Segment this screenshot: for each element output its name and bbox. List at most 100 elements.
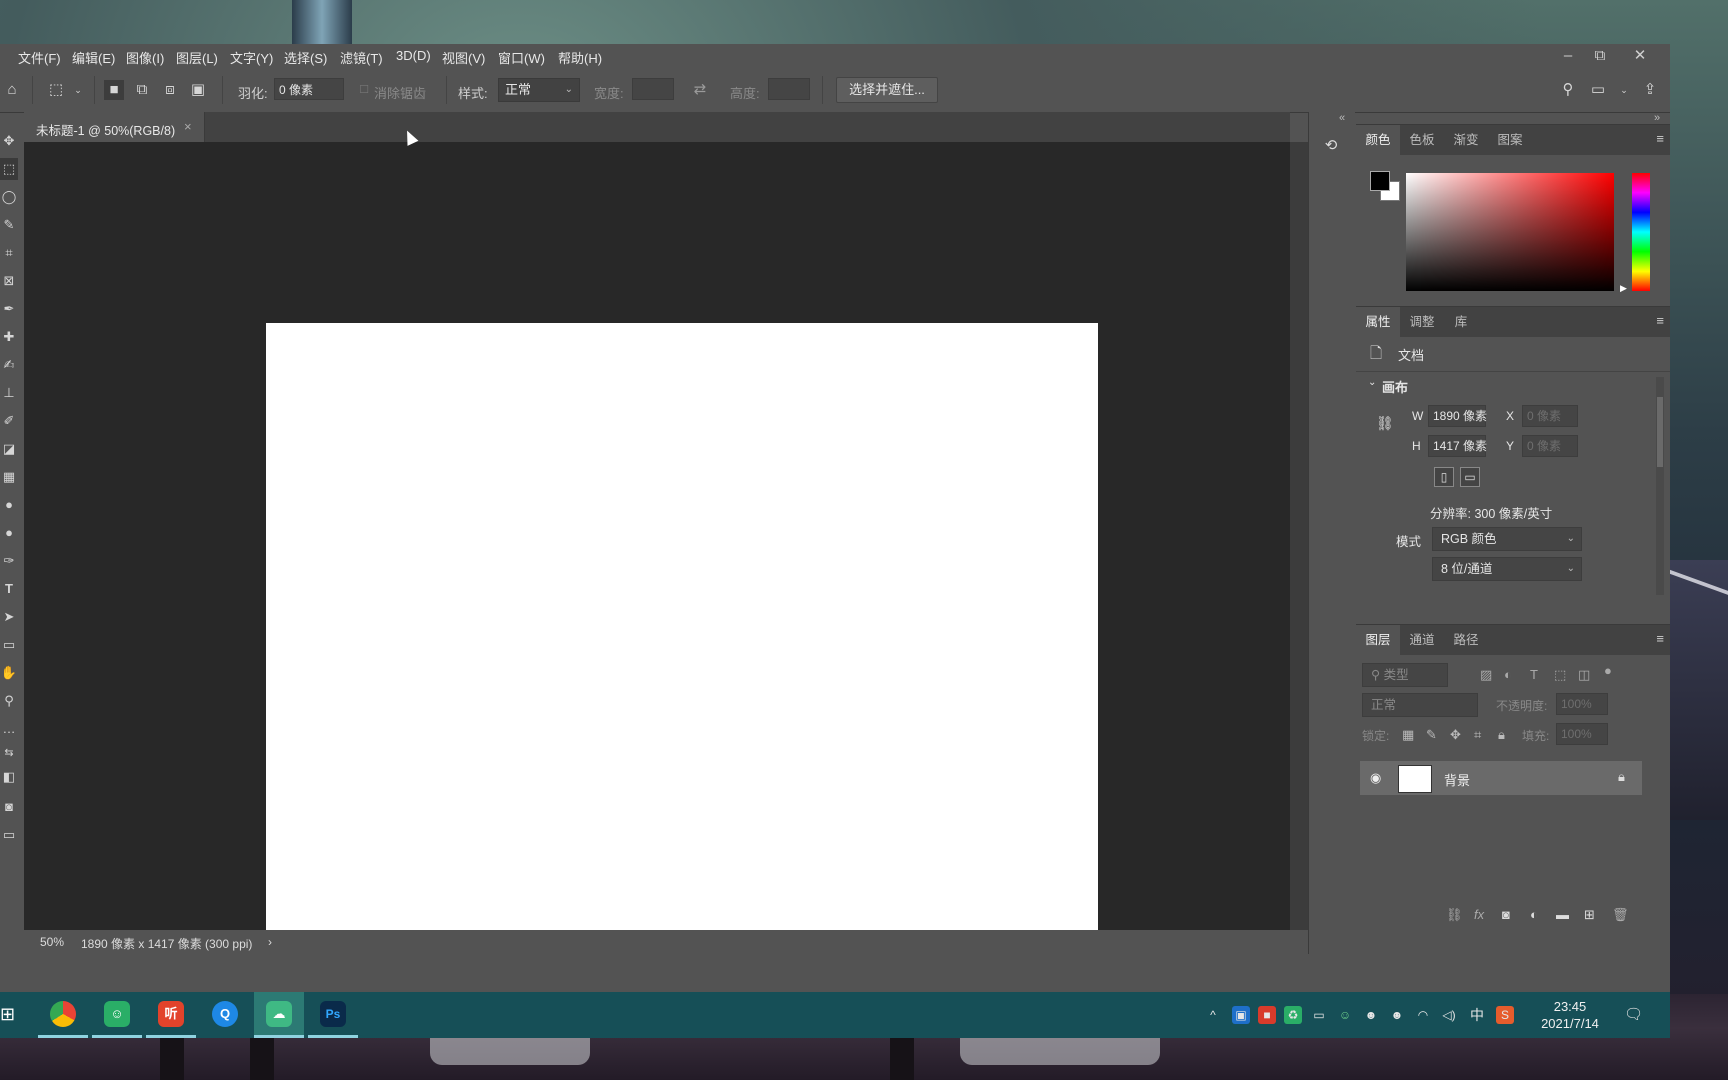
menu-filter[interactable]: 滤镜(T) [340, 48, 383, 67]
taskbar-app-cloud-sync[interactable]: ☁ [254, 992, 304, 1038]
qq-tray-icon[interactable]: ☻ [1362, 1006, 1380, 1024]
canvas-area[interactable] [24, 142, 1290, 947]
tab-color[interactable]: 颜色 [1356, 125, 1400, 155]
menu-layer[interactable]: 图层(L) [176, 48, 218, 67]
hue-slider[interactable] [1632, 173, 1650, 291]
search-icon[interactable]: ⚲ [1558, 80, 1578, 100]
foreground-background-icon[interactable]: ◧ [0, 766, 18, 788]
antialias-checkbox[interactable]: ☐ [354, 80, 374, 100]
volume-icon[interactable]: ◁) [1440, 1006, 1458, 1024]
lock-pixels-icon[interactable]: ✎ [1426, 727, 1437, 743]
document-tab[interactable]: 未标题-1 @ 50%(RGB/8) × [24, 112, 205, 142]
tab-channels[interactable]: 通道 [1400, 625, 1444, 655]
canvas-width-input[interactable]: 1890 像素 [1428, 405, 1487, 427]
chevron-down-icon[interactable]: ⌄ [1614, 80, 1634, 100]
tab-patterns[interactable]: 图案 [1488, 125, 1532, 155]
tab-libraries[interactable]: 库 [1444, 307, 1478, 337]
link-icon[interactable]: ⛓ [1376, 415, 1394, 432]
smart-object-filter-icon[interactable]: ◫ [1578, 667, 1590, 683]
expand-icon[interactable]: » [1654, 112, 1660, 124]
fx-icon[interactable]: fx [1474, 907, 1484, 922]
color-picker-field[interactable] [1406, 173, 1614, 291]
lock-transparent-icon[interactable]: ▦ [1402, 727, 1414, 743]
subtract-selection-icon[interactable]: ⧈ [160, 80, 180, 100]
taskbar-app-wechat[interactable]: ☺ [92, 992, 142, 1038]
brush-tool-icon[interactable]: ✍ [0, 354, 18, 376]
eyedropper-tool-icon[interactable]: ✒ [0, 298, 18, 320]
blur-tool-icon[interactable]: ● [0, 494, 18, 516]
status-menu-arrow[interactable]: › [268, 935, 272, 949]
taskbar-app-qq-browser[interactable]: Q [200, 992, 250, 1038]
new-layer-icon[interactable]: ⊞ [1584, 907, 1595, 923]
tab-properties[interactable]: 属性 [1356, 307, 1400, 337]
close-button[interactable]: ✕ [1625, 46, 1655, 66]
eye-icon[interactable]: ◉ [1370, 770, 1381, 786]
menu-type[interactable]: 文字(Y) [230, 48, 273, 67]
lock-position-icon[interactable]: ✥ [1450, 727, 1461, 743]
tab-paths[interactable]: 路径 [1444, 625, 1488, 655]
crop-tool-icon[interactable]: ⌗ [0, 242, 18, 264]
menu-view[interactable]: 视图(V) [442, 48, 485, 67]
layer-name[interactable]: 背景 [1444, 770, 1470, 789]
add-mask-icon[interactable]: ◙ [1502, 907, 1510, 922]
windows-start-icon[interactable]: ⊞ [0, 1004, 15, 1025]
type-filter-icon[interactable]: T [1530, 667, 1538, 682]
menu-file[interactable]: 文件(F) [18, 48, 61, 67]
add-selection-icon[interactable]: ⧉ [132, 80, 152, 100]
taskbar-app-chrome[interactable] [38, 992, 88, 1038]
canvas-scrollbar[interactable] [1290, 142, 1308, 930]
chevron-down-icon[interactable]: ⌄ [68, 80, 88, 100]
panel-menu-icon[interactable]: ≡ [1656, 631, 1664, 646]
eraser-tool-icon[interactable]: ◪ [0, 438, 18, 460]
history-brush-tool-icon[interactable]: ✐ [0, 410, 18, 432]
adjustment-layer-icon[interactable]: ◐ [1530, 907, 1538, 922]
swap-colors-icon[interactable]: ⇆ [0, 742, 18, 764]
shape-filter-icon[interactable]: ⬚ [1554, 667, 1566, 683]
battery-icon[interactable]: ▭ [1310, 1006, 1328, 1024]
taskbar-app-photoshop[interactable]: Ps [308, 992, 358, 1038]
taskbar-clock[interactable]: 23:45 2021/7/14 [1530, 998, 1610, 1032]
swap-icon[interactable]: ⇄ [690, 80, 710, 100]
marquee-tool-icon[interactable]: ⬚ [0, 158, 18, 180]
canvas-x-input[interactable]: 0 像素 [1522, 405, 1578, 427]
layer-row[interactable]: ◉ 背景 🔒︎ [1360, 761, 1642, 795]
lock-all-icon[interactable]: 🔒︎ [1498, 727, 1505, 743]
frame-tool-icon[interactable]: ⊠ [0, 270, 18, 292]
fill-input[interactable]: 100% [1556, 723, 1608, 745]
select-and-mask-button[interactable]: 选择并遮住... [836, 77, 938, 103]
gradient-tool-icon[interactable]: ▦ [0, 466, 18, 488]
tray-app-icon[interactable]: ♻ [1284, 1006, 1302, 1024]
healing-tool-icon[interactable]: ✚ [0, 326, 18, 348]
group-folder-icon[interactable]: ▬ [1556, 907, 1569, 922]
width-input[interactable] [632, 78, 674, 100]
panel-menu-icon[interactable]: ≡ [1656, 313, 1664, 328]
adjustment-filter-icon[interactable]: ◐ [1504, 667, 1512, 682]
workspace-icon[interactable]: ▭ [1588, 80, 1608, 100]
path-select-tool-icon[interactable]: ➤ [0, 606, 18, 628]
tray-app-icon[interactable]: ▣ [1232, 1006, 1250, 1024]
quick-select-tool-icon[interactable]: ✎ [0, 214, 18, 236]
collapse-icon[interactable]: « [1339, 112, 1345, 124]
stamp-tool-icon[interactable]: ⊥ [0, 382, 18, 404]
menu-help[interactable]: 帮助(H) [558, 48, 602, 67]
new-selection-icon[interactable]: ■ [104, 80, 124, 100]
qq-tray-icon[interactable]: ☻ [1388, 1006, 1406, 1024]
more-tools-icon[interactable]: … [0, 718, 18, 740]
menu-image[interactable]: 图像(I) [126, 48, 164, 67]
canvas-height-input[interactable]: 1417 像素 [1428, 435, 1487, 457]
scrollbar-thumb[interactable] [1657, 397, 1663, 467]
menu-select[interactable]: 选择(S) [284, 48, 327, 67]
style-select[interactable]: 正常 ⌄ [498, 78, 580, 102]
menu-window[interactable]: 窗口(W) [498, 48, 545, 67]
tab-gradients[interactable]: 渐变 [1444, 125, 1488, 155]
ime-indicator[interactable]: 中 [1468, 1006, 1486, 1024]
lasso-tool-icon[interactable]: ◯ [0, 186, 18, 208]
hue-slider-marker[interactable]: ▶ [1620, 283, 1627, 294]
restore-button[interactable]: ⧉ [1585, 46, 1615, 66]
height-input[interactable] [768, 78, 810, 100]
document-canvas[interactable] [266, 323, 1098, 947]
tray-app-icon[interactable]: ■ [1258, 1006, 1276, 1024]
canvas-section-title[interactable]: 画布 [1382, 377, 1408, 396]
pen-tool-icon[interactable]: ✑ [0, 550, 18, 572]
portrait-orientation-icon[interactable]: ▯ [1434, 467, 1454, 487]
